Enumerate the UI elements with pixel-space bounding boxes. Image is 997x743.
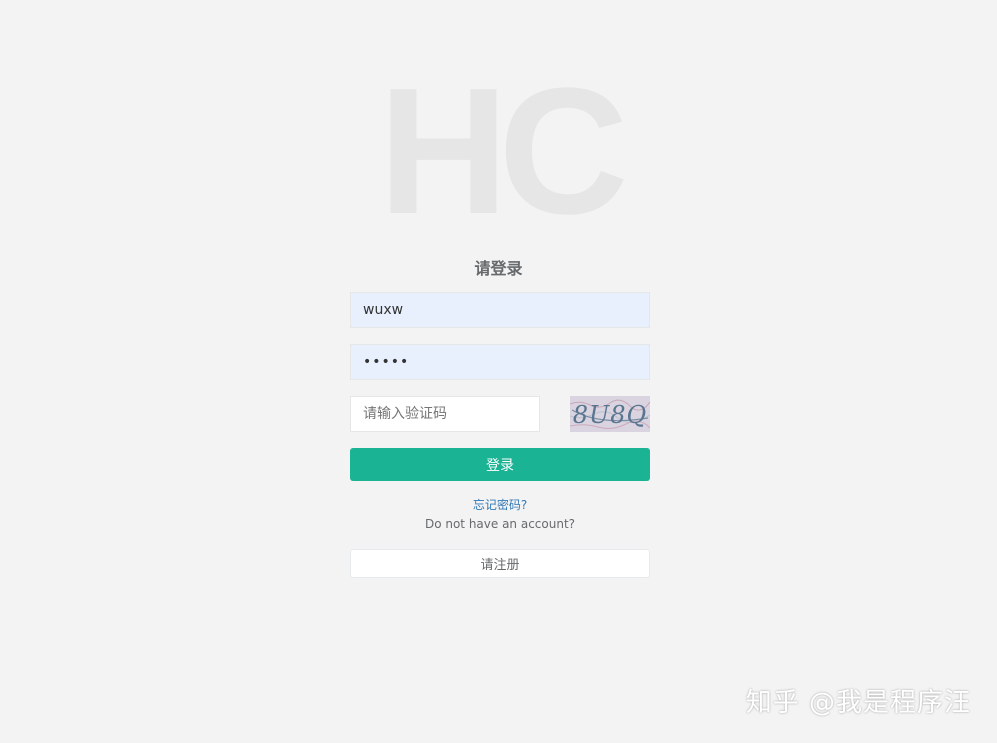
login-button[interactable]: 登录 bbox=[350, 448, 650, 481]
register-button[interactable]: 请注册 bbox=[350, 549, 650, 578]
captcha-image[interactable]: 8U8Q bbox=[570, 396, 650, 432]
forgot-password-link[interactable]: 忘记密码? bbox=[350, 497, 650, 513]
no-account-text: Do not have an account? bbox=[424, 517, 576, 531]
captcha-row: 8U8Q bbox=[350, 396, 650, 432]
watermark: 知乎 @我是程序汪 bbox=[745, 688, 971, 718]
page-title: 请登录 bbox=[474, 259, 523, 278]
username-input[interactable] bbox=[350, 292, 650, 328]
password-input[interactable] bbox=[350, 344, 650, 380]
logo: HC bbox=[378, 51, 629, 252]
captcha-text: 8U8Q bbox=[573, 401, 647, 429]
captcha-input[interactable] bbox=[350, 396, 540, 432]
login-form: 8U8Q 登录 忘记密码? Do not have an account? 请注… bbox=[350, 292, 650, 578]
